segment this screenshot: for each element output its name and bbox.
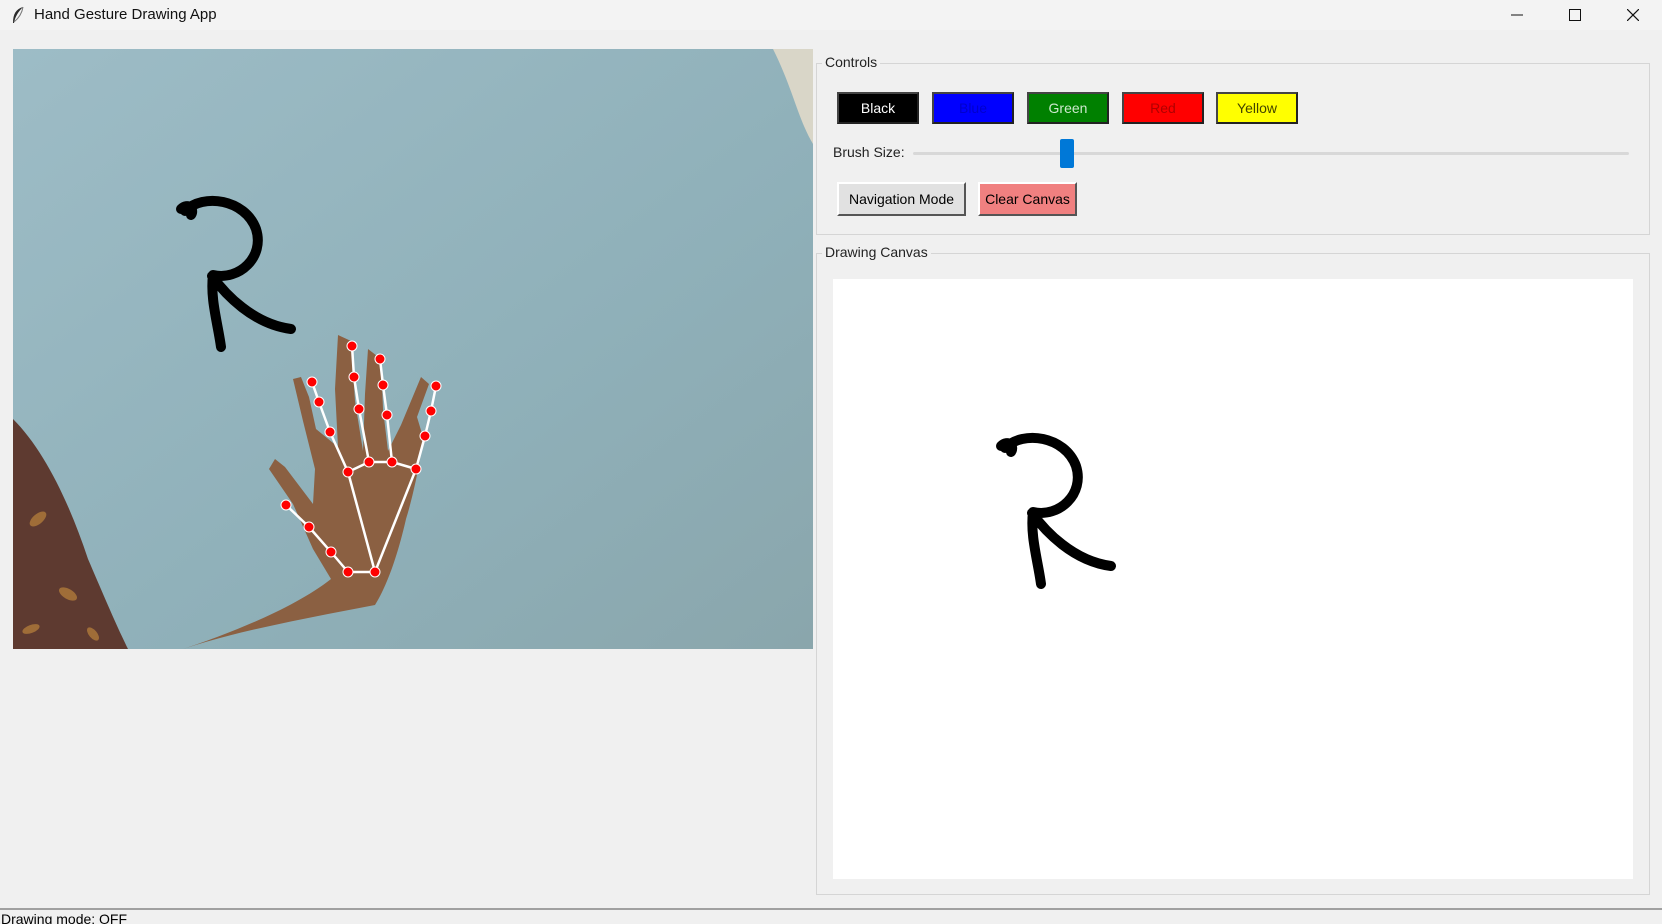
status-text: Drawing mode: OFF	[1, 911, 128, 924]
color-button-green[interactable]: Green	[1027, 92, 1109, 124]
navigation-mode-button[interactable]: Navigation Mode	[837, 182, 966, 216]
feather-icon	[13, 6, 24, 23]
minimize-button[interactable]	[1488, 0, 1546, 30]
color-button-blue[interactable]: Blue	[932, 92, 1014, 124]
camera-letter-stroke-start	[176, 201, 198, 220]
drawing-canvas-group-label: Drawing Canvas	[822, 244, 931, 260]
canvas-letter-stroke	[1000, 432, 1116, 589]
color-button-black[interactable]: Black	[837, 92, 919, 124]
title-bar: Hand Gesture Drawing App	[0, 0, 1662, 30]
close-button[interactable]	[1604, 0, 1662, 30]
camera-background	[13, 49, 813, 649]
color-button-red[interactable]: Red	[1122, 92, 1204, 124]
brush-size-slider-thumb[interactable]	[1060, 139, 1075, 168]
camera-feed	[13, 49, 813, 649]
maximize-button[interactable]	[1546, 0, 1604, 30]
drawing-canvas[interactable]	[833, 279, 1633, 879]
clear-canvas-button[interactable]: Clear Canvas	[978, 182, 1077, 216]
minimize-icon	[1511, 14, 1523, 16]
color-button-yellow[interactable]: Yellow	[1216, 92, 1298, 124]
close-icon	[1627, 9, 1639, 21]
brush-size-label: Brush Size:	[833, 144, 905, 160]
window-title: Hand Gesture Drawing App	[34, 6, 217, 23]
maximize-icon	[1569, 9, 1581, 21]
controls-group-label: Controls	[822, 54, 881, 70]
canvas-letter-stroke-start	[996, 438, 1018, 457]
brush-size-slider[interactable]	[913, 152, 1629, 155]
